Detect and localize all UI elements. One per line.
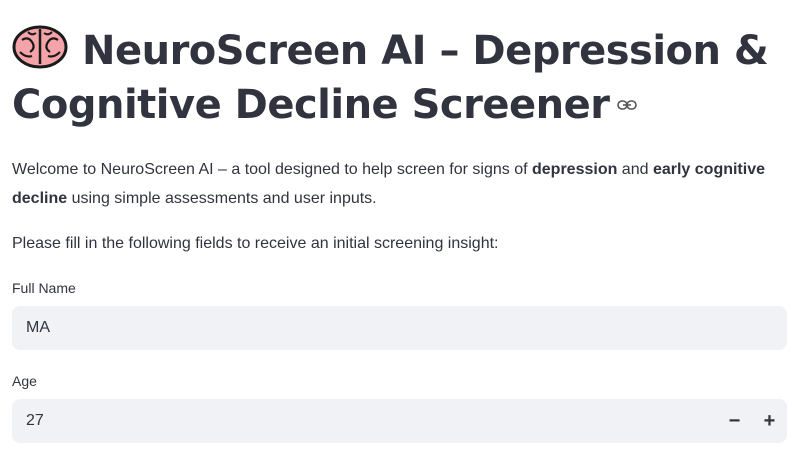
age-decrement-button[interactable]: − bbox=[717, 399, 752, 443]
intro-paragraph: Welcome to NeuroScreen AI – a tool desig… bbox=[12, 155, 782, 213]
full-name-value: MA bbox=[26, 319, 50, 336]
age-value: 27 bbox=[26, 412, 44, 429]
brain-icon bbox=[12, 25, 68, 69]
age-stepper: − + bbox=[717, 399, 787, 443]
page-title-text: NeuroScreen AI – Depression & Cognitive … bbox=[12, 28, 769, 128]
age-number-input[interactable]: 27 − + bbox=[12, 399, 787, 443]
main-content: NeuroScreen AI – Depression & Cognitive … bbox=[0, 0, 806, 463]
full-name-label: Full Name bbox=[12, 280, 76, 296]
intro-text-2: and bbox=[617, 161, 653, 178]
link-icon[interactable] bbox=[617, 98, 638, 112]
intro-text-1: Welcome to NeuroScreen AI – a tool desig… bbox=[12, 161, 532, 178]
page-title: NeuroScreen AI – Depression & Cognitive … bbox=[12, 24, 792, 132]
age-label: Age bbox=[12, 373, 37, 389]
instruction-text: Please fill in the following fields to r… bbox=[12, 235, 499, 252]
age-increment-button[interactable]: + bbox=[752, 399, 787, 443]
intro-bold-depression: depression bbox=[532, 161, 618, 178]
intro-text-3: using simple assessments and user inputs… bbox=[67, 190, 377, 207]
full-name-input[interactable]: MA bbox=[12, 306, 787, 350]
